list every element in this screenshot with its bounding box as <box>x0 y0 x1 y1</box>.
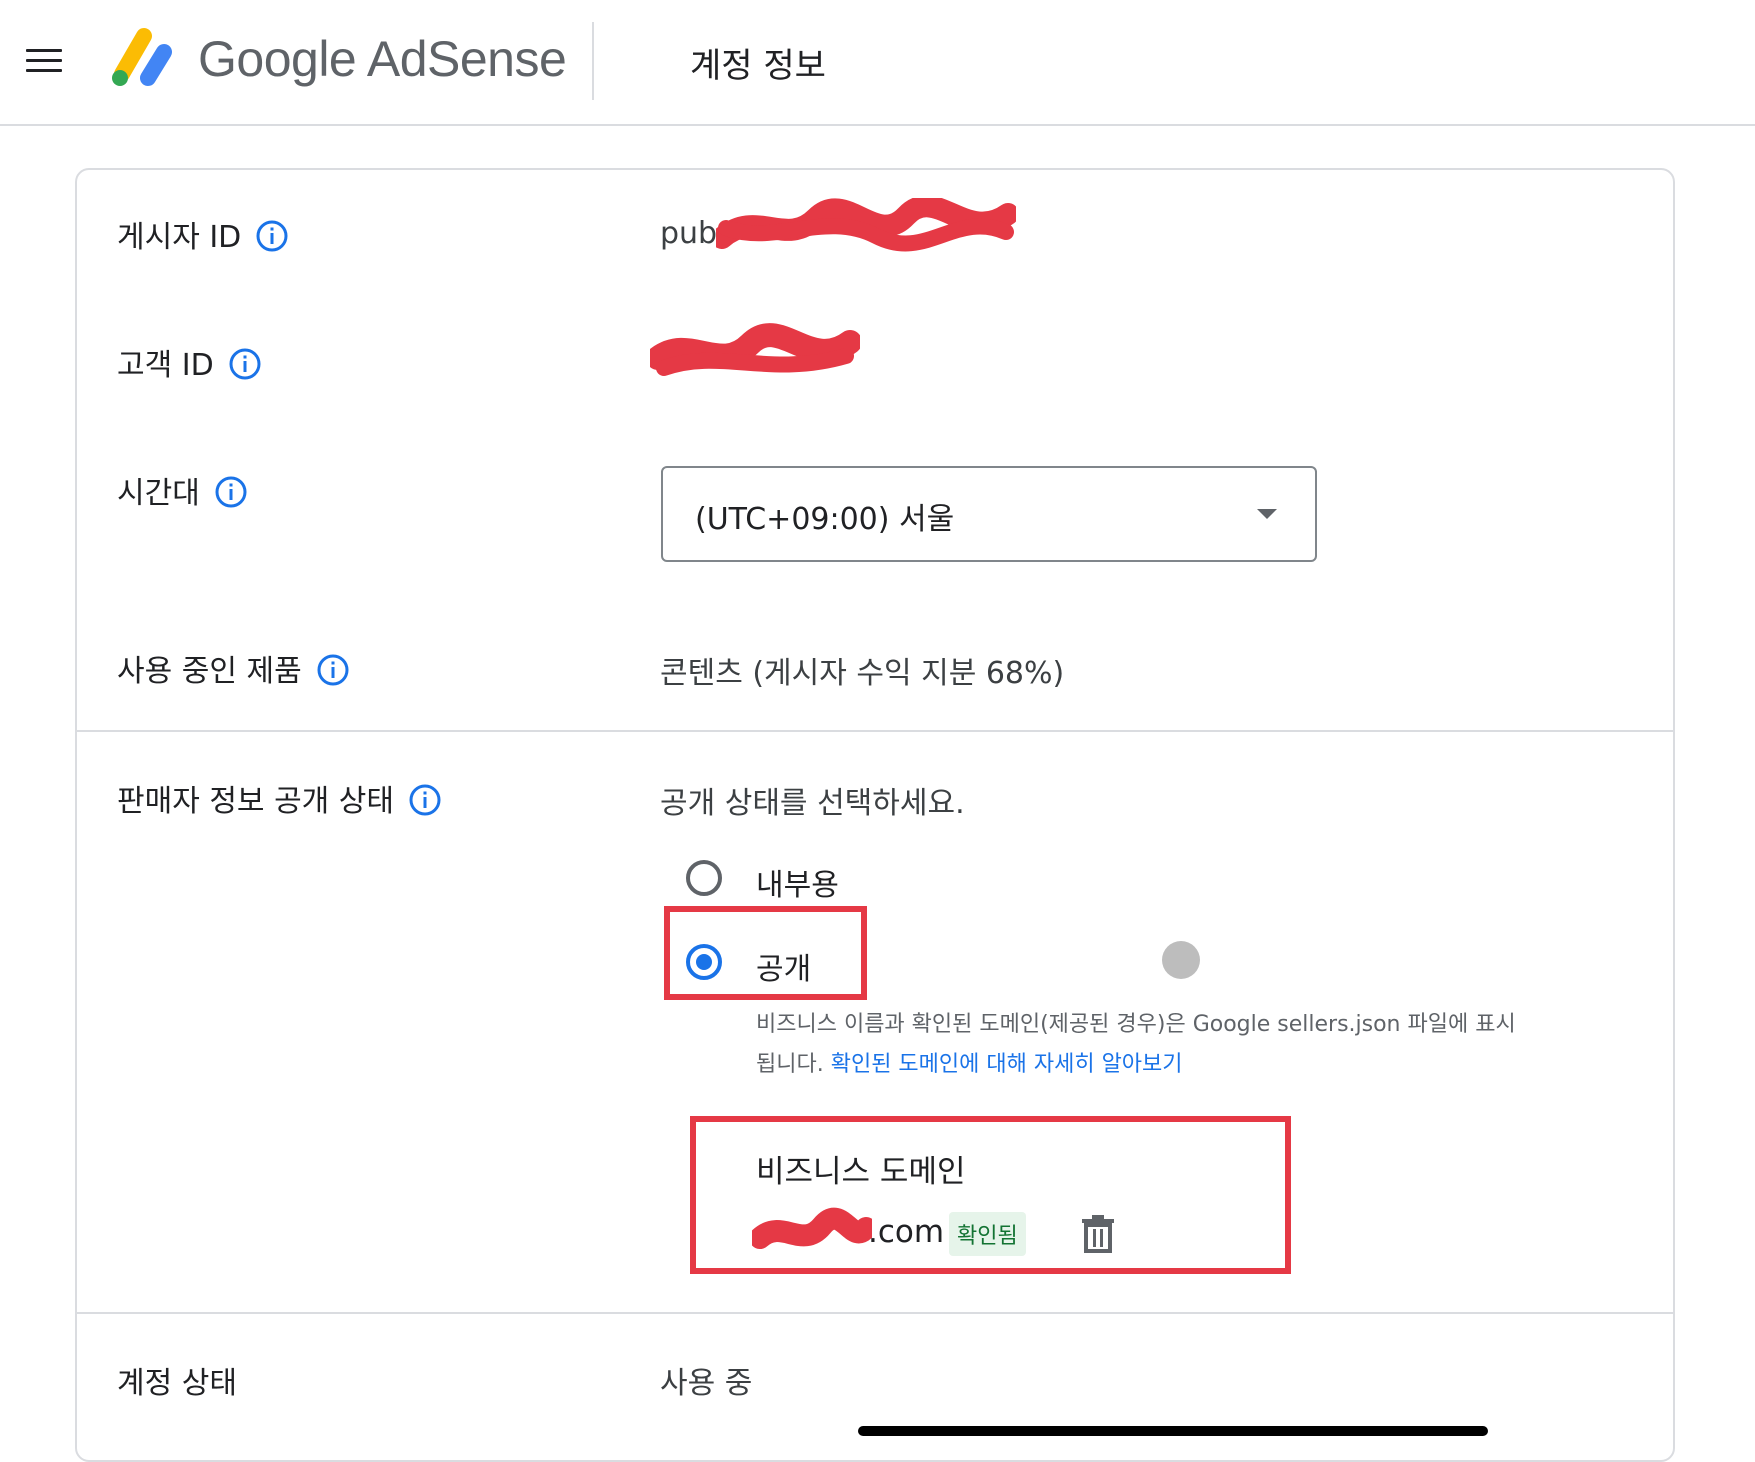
touch-indicator <box>1162 941 1200 979</box>
account-status-label: 계정 상태 <box>117 1366 237 1401</box>
radio-internal-label: 내부용 <box>756 868 839 903</box>
radio-button-unchecked[interactable] <box>686 860 722 896</box>
account-status-value: 사용 중 <box>660 1366 753 1401</box>
timezone-label: 시간대 <box>117 476 200 511</box>
publisher-id-row: 게시자 ID <box>117 212 289 256</box>
section-divider <box>75 1312 1673 1314</box>
products-value: 콘텐츠 (게시자 수익 지분 68%) <box>660 656 1065 691</box>
seller-info-prompt: 공개 상태를 선택하세요. <box>660 786 965 821</box>
customer-id-row: 고객 ID <box>117 340 262 384</box>
redaction-scribble <box>716 198 1016 252</box>
radio-public-label: 공개 <box>756 952 812 987</box>
business-domain-value: .com <box>868 1214 945 1250</box>
menu-icon[interactable] <box>26 46 66 76</box>
radio-button-checked[interactable] <box>686 944 722 980</box>
info-icon[interactable] <box>228 347 262 381</box>
verified-badge: 확인됨 <box>949 1212 1026 1256</box>
timezone-selected-value: (UTC+09:00) 서울 <box>695 502 955 537</box>
redaction-scribble <box>650 323 860 376</box>
top-app-bar: Google AdSense 계정 정보 <box>0 0 1755 126</box>
seller-help-text-line1: 비즈니스 이름과 확인된 도메인(제공된 경우)은 Google sellers… <box>756 1012 1516 1037</box>
info-icon[interactable] <box>214 475 248 509</box>
seller-info-label: 판매자 정보 공개 상태 <box>117 784 395 819</box>
products-label: 사용 중인 제품 <box>117 654 302 689</box>
adsense-logo-icon <box>112 28 172 86</box>
page-title: 계정 정보 <box>690 46 826 86</box>
product-name: Google AdSense <box>198 31 567 87</box>
redaction-scribble <box>752 1207 872 1249</box>
info-icon[interactable] <box>316 653 350 687</box>
publisher-id-label: 게시자 ID <box>117 220 242 255</box>
business-domain-title: 비즈니스 도메인 <box>756 1154 966 1190</box>
learn-more-link[interactable]: 확인된 도메인에 대해 자세히 알아보기 <box>831 1052 1183 1077</box>
seller-info-row: 판매자 정보 공개 상태 <box>117 776 442 820</box>
timezone-select[interactable]: (UTC+09:00) 서울 <box>661 466 1317 562</box>
header-divider <box>592 22 594 100</box>
section-divider <box>75 730 1673 732</box>
home-indicator <box>858 1426 1488 1436</box>
products-row: 사용 중인 제품 <box>117 646 350 690</box>
timezone-row: 시간대 <box>117 468 248 512</box>
customer-id-label: 고객 ID <box>117 348 214 383</box>
trash-icon[interactable] <box>1080 1214 1116 1254</box>
seller-help-text-line2: 됩니다. 확인된 도메인에 대해 자세히 알아보기 <box>756 1052 1183 1077</box>
info-icon[interactable] <box>255 219 289 253</box>
info-icon[interactable] <box>408 783 442 817</box>
dropdown-caret-icon <box>1257 509 1277 519</box>
